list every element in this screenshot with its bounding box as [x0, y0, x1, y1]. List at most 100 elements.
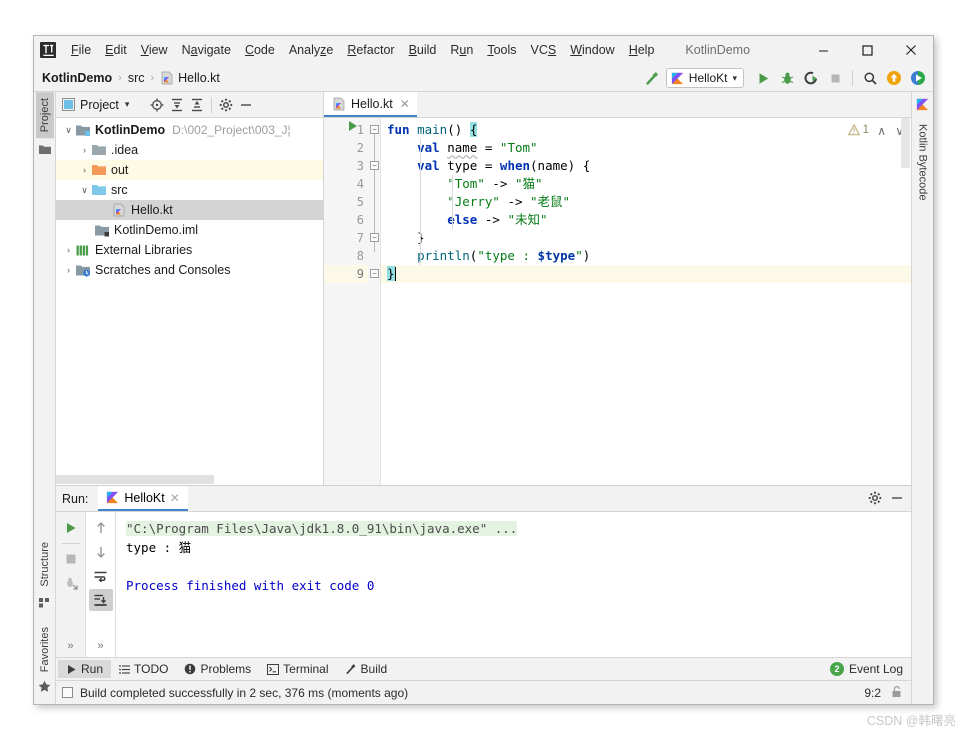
menu-item-tools[interactable]: Tools — [480, 40, 523, 60]
editor-viewport[interactable]: 1 2 3 4 5 6 7 8 9 − − − − fun main() {v… — [324, 118, 911, 485]
search-everywhere-icon[interactable] — [859, 67, 881, 89]
chevron-collapsed-icon[interactable]: › — [78, 144, 91, 157]
code-content[interactable]: fun main() { val name = "Tom" val type =… — [381, 118, 911, 485]
scroll-to-end-icon[interactable] — [88, 589, 113, 611]
run-with-coverage-icon[interactable] — [800, 67, 822, 89]
breadcrumb-src[interactable]: src — [128, 71, 145, 85]
fold-marker-main-end[interactable] — [370, 269, 379, 278]
project-tree-horizontal-scrollbar[interactable] — [56, 475, 323, 485]
menu-item-run[interactable]: Run — [443, 40, 480, 60]
line-number: 3 — [356, 159, 364, 173]
collapse-all-icon[interactable] — [187, 95, 207, 115]
chevron-collapsed-icon[interactable]: › — [62, 244, 75, 257]
hammer-icon[interactable] — [642, 67, 664, 89]
more-actions-icon[interactable]: » — [97, 640, 103, 657]
settings-gear-icon[interactable] — [216, 95, 236, 115]
prev-problem-icon[interactable]: ∧ — [877, 124, 886, 138]
caret-position[interactable]: 9:2 — [864, 686, 881, 700]
close-icon[interactable]: ✕ — [170, 491, 180, 505]
bottom-tab-run[interactable]: Run — [58, 660, 112, 678]
menu-item-build[interactable]: Build — [402, 40, 444, 60]
chevron-expanded-icon[interactable]: ∨ — [62, 124, 75, 137]
menu-item-refactor[interactable]: Refactor — [340, 40, 401, 60]
tree-row-kotlindemo[interactable]: ∨ KotlinDemo D:\002_Project\003_J¦ — [56, 120, 323, 140]
bottom-tab-problems[interactable]: Problems — [176, 660, 259, 678]
hide-panel-icon[interactable] — [236, 95, 256, 115]
run-tab-hellokt[interactable]: HelloKt ✕ — [98, 486, 188, 511]
run-tool-window: Run: HelloKt ✕ » » "C:\Program Files\Jav… — [56, 485, 911, 657]
tree-row-kotlindemo-iml[interactable]: KotlinDemo.iml — [56, 220, 323, 240]
breadcrumb-file[interactable]: Hello.kt — [178, 71, 220, 85]
tab-hello-kt[interactable]: Hello.kt ✕ — [324, 92, 417, 117]
chevron-down-icon[interactable]: ▾ — [732, 73, 737, 84]
project-tree[interactable]: ∨ KotlinDemo D:\002_Project\003_J¦ › .id… — [56, 118, 323, 475]
expand-all-icon[interactable] — [167, 95, 187, 115]
run-icon[interactable] — [752, 67, 774, 89]
up-icon[interactable] — [89, 517, 113, 539]
tree-row-idea[interactable]: › .idea — [56, 140, 323, 160]
menu-item-view[interactable]: View — [134, 40, 175, 60]
bottom-tab-todo[interactable]: TODO — [111, 660, 176, 678]
code-line-4: "Tom" -> "猫" — [381, 175, 911, 193]
scrollbar-thumb[interactable] — [56, 475, 214, 484]
tree-row-scratches[interactable]: › Scratches and Consoles — [56, 260, 323, 280]
navigation-bar: KotlinDemo › src › Hello.kt HelloKt ▾ — [34, 64, 933, 92]
sidebar-item-kotlin-bytecode[interactable]: Kotlin Bytecode — [914, 118, 932, 206]
tree-row-hello-kt[interactable]: Hello.kt — [56, 200, 323, 220]
menu-item-edit[interactable]: Edit — [98, 40, 134, 60]
chevron-expanded-icon[interactable]: ∨ — [78, 184, 91, 197]
menu-item-vcs[interactable]: VCS — [524, 40, 564, 60]
maximize-button[interactable] — [845, 36, 889, 64]
minimize-button[interactable] — [801, 36, 845, 64]
sidebar-item-project[interactable]: Project — [35, 92, 54, 139]
ide-feature-trainer-icon[interactable] — [907, 67, 929, 89]
menu-item-file[interactable]: File — [64, 40, 98, 60]
down-icon[interactable] — [89, 541, 113, 563]
rerun-glyph — [66, 523, 75, 533]
tree-row-src[interactable]: ∨ src — [56, 180, 323, 200]
bottom-tab-terminal[interactable]: Terminal — [259, 660, 336, 678]
editor-fold-column[interactable] — [368, 118, 381, 485]
more-actions-icon[interactable]: » — [67, 640, 73, 657]
fold-marker-when[interactable] — [370, 161, 379, 170]
gear-glyph — [220, 98, 233, 111]
console-output[interactable]: "C:\Program Files\Java\jdk1.8.0_91\bin\j… — [116, 512, 911, 657]
scrollbar-thumb[interactable] — [901, 118, 910, 168]
hide-panel-icon[interactable] — [887, 488, 907, 508]
breadcrumb-project[interactable]: KotlinDemo — [42, 71, 112, 85]
run-configuration-selector[interactable]: HelloKt ▾ — [665, 68, 744, 88]
chevron-collapsed-icon[interactable]: › — [78, 164, 91, 177]
menu-item-window[interactable]: Window — [563, 40, 621, 60]
inspection-warning-badge[interactable]: 1 — [847, 124, 869, 136]
sidebar-item-structure[interactable]: Structure — [36, 536, 54, 593]
run-gutter-icon[interactable] — [349, 121, 357, 131]
tree-row-external-libraries[interactable]: › External Libraries — [56, 240, 323, 260]
debug-icon[interactable] — [776, 67, 798, 89]
menu-item-help[interactable]: Help — [622, 40, 662, 60]
chevron-down-icon[interactable]: ▾ — [125, 99, 130, 110]
tree-row-out[interactable]: › out — [56, 160, 323, 180]
chevron-collapsed-icon[interactable]: › — [62, 264, 75, 277]
menu-item-code[interactable]: Code — [238, 40, 282, 60]
sidebar-item-favorites[interactable]: Favorites — [36, 621, 54, 678]
fold-marker-main[interactable] — [370, 125, 379, 134]
settings-gear-icon[interactable] — [865, 488, 885, 508]
rerun-icon[interactable] — [59, 517, 83, 539]
editor-gutter[interactable]: 1 2 3 4 5 6 7 8 9 — [324, 118, 368, 485]
event-log-label[interactable]: Event Log — [849, 662, 903, 676]
bottom-tab-build[interactable]: Build — [337, 660, 396, 678]
dump-threads-icon[interactable] — [59, 572, 83, 594]
soft-wrap-icon[interactable] — [89, 565, 113, 587]
editor-vertical-scrollbar[interactable] — [901, 118, 910, 485]
toggle-toolwindows-icon[interactable] — [62, 687, 73, 698]
fold-marker-when-end[interactable] — [370, 233, 379, 242]
menu-item-navigate[interactable]: Navigate — [175, 40, 238, 60]
menu-item-analyze[interactable]: Analyze — [282, 40, 340, 60]
locate-icon[interactable] — [147, 95, 167, 115]
hammer-glyph — [646, 71, 659, 85]
event-log-area[interactable]: 2 Event Log — [829, 662, 903, 676]
unlocked-icon[interactable] — [890, 685, 903, 701]
close-button[interactable] — [889, 36, 933, 64]
close-icon[interactable]: ✕ — [400, 97, 410, 111]
update-project-icon[interactable] — [883, 67, 905, 89]
